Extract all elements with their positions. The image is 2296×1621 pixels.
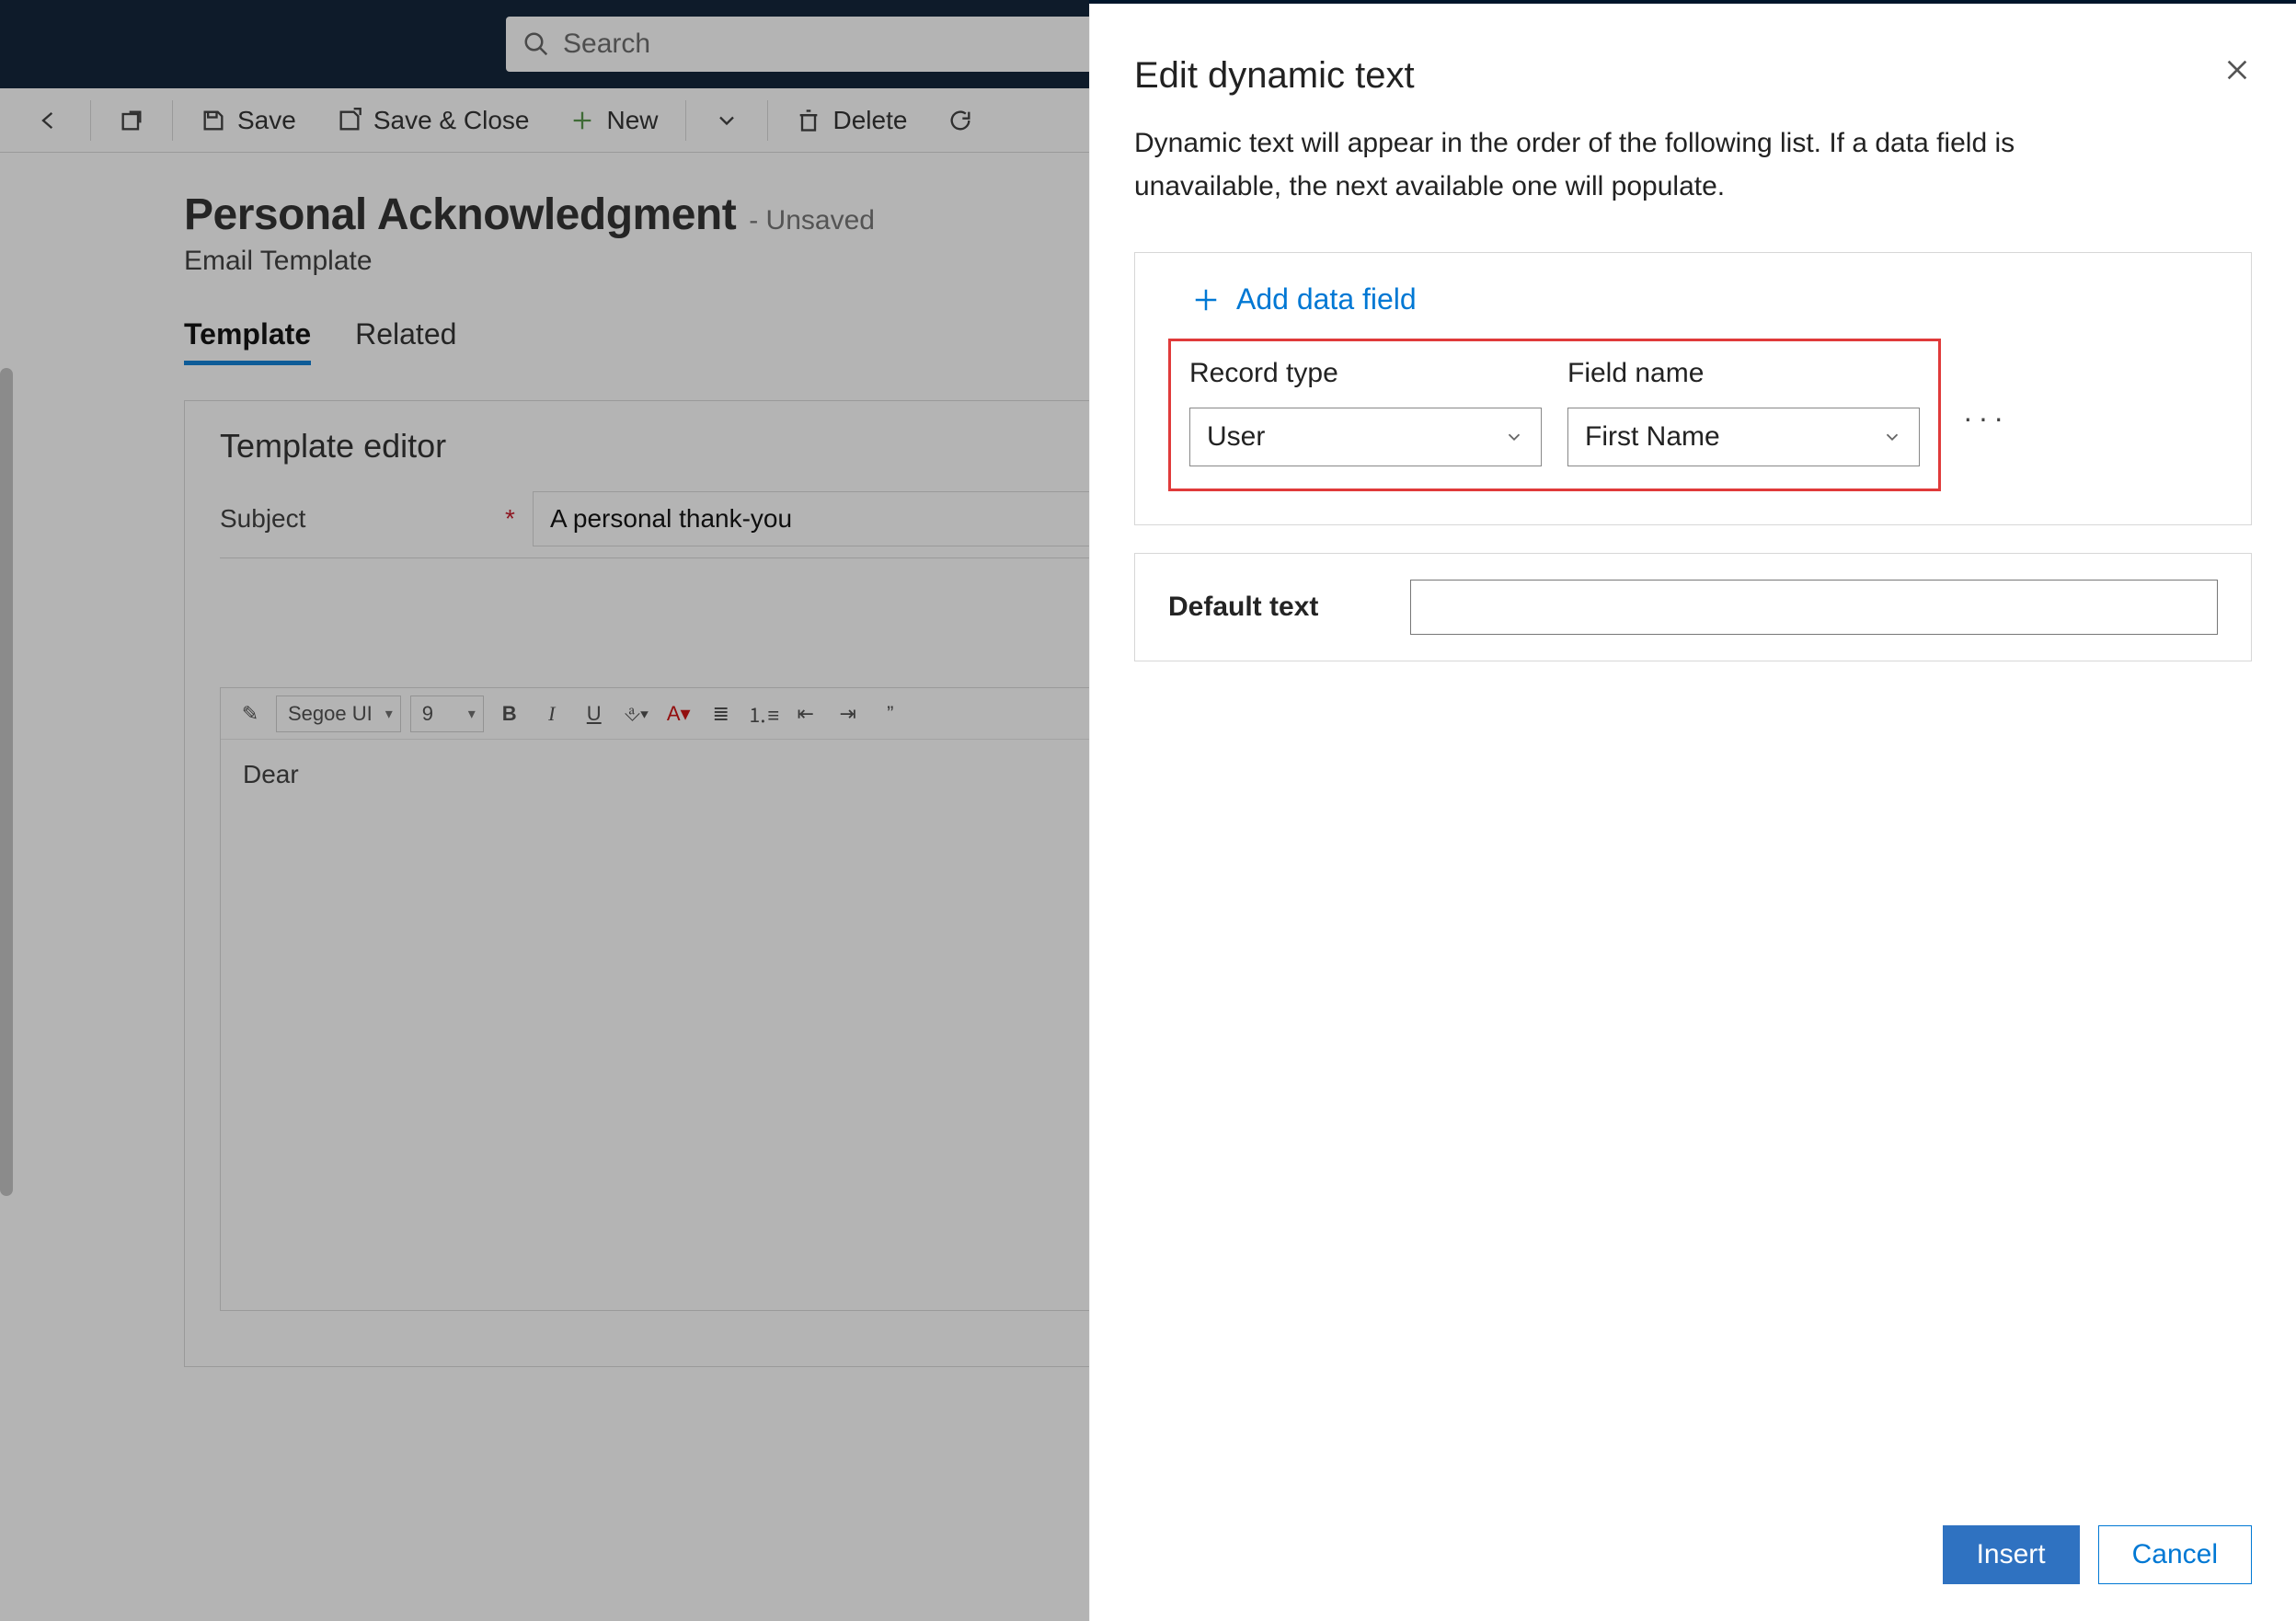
panel-header: Edit dynamic text [1134, 55, 2252, 97]
separator [172, 100, 173, 141]
panel-title: Edit dynamic text [1134, 55, 1415, 97]
field-name-dropdown[interactable]: First Name [1567, 408, 1920, 466]
save-close-label: Save & Close [373, 106, 530, 135]
add-data-field-label: Add data field [1236, 282, 1417, 316]
search-placeholder: Search [563, 29, 650, 60]
insert-button[interactable]: Insert [1943, 1525, 2080, 1584]
panel-footer: Insert Cancel [1134, 1507, 2252, 1621]
search-icon [522, 30, 550, 58]
separator [685, 100, 686, 141]
default-text-input[interactable] [1410, 580, 2218, 635]
outdent-button[interactable]: ⇤ [789, 702, 822, 726]
open-window-button[interactable] [100, 102, 163, 139]
save-button[interactable]: Save [182, 100, 315, 141]
bold-button[interactable]: B [493, 702, 526, 726]
highlight-button[interactable]: ⎀▾ [620, 702, 653, 726]
delete-label: Delete [832, 106, 907, 135]
plus-icon [1192, 286, 1220, 314]
field-name-label: Field name [1567, 358, 1920, 389]
close-icon [2222, 55, 2252, 85]
refresh-button[interactable] [929, 102, 992, 139]
chevron-down-icon [1504, 427, 1524, 447]
popout-icon [119, 108, 144, 133]
trash-icon [796, 108, 821, 133]
save-label: Save [237, 106, 296, 135]
separator [90, 100, 91, 141]
new-label: New [606, 106, 658, 135]
save-close-button[interactable]: Save & Close [318, 100, 548, 141]
default-text-card: Default text [1134, 553, 2252, 661]
subject-label-text: Subject [220, 504, 305, 533]
underline-button[interactable]: U [578, 702, 611, 726]
bullet-list-button[interactable]: ≣ [705, 702, 738, 726]
format-painter-icon[interactable]: ✎ [234, 702, 267, 726]
field-name-value: First Name [1585, 421, 1720, 453]
data-field-row-highlighted: Record type User Field name First Name [1168, 339, 1941, 491]
page-title: Personal Acknowledgment [184, 190, 736, 240]
insert-label: Insert [1977, 1539, 2046, 1570]
save-icon [201, 108, 226, 133]
record-type-column: Record type User [1189, 358, 1542, 466]
chevron-down-icon [1882, 427, 1902, 447]
font-size-value: 9 [422, 702, 433, 726]
font-family-value: Segoe UI [288, 702, 373, 726]
tab-template[interactable]: Template [184, 317, 311, 365]
row-more-actions[interactable]: ··· [1963, 401, 2009, 435]
tab-related[interactable]: Related [355, 317, 456, 365]
chevron-down-icon [714, 108, 740, 133]
add-data-field-button[interactable]: Add data field [1185, 279, 2218, 320]
arrow-left-icon [37, 108, 63, 133]
record-type-value: User [1207, 421, 1265, 453]
font-family-dropdown[interactable]: Segoe UI [276, 696, 401, 732]
delete-button[interactable]: Delete [777, 100, 925, 141]
required-indicator: * [505, 504, 515, 534]
font-size-dropdown[interactable]: 9 [410, 696, 484, 732]
new-button[interactable]: New [551, 100, 676, 141]
dynamic-text-panel: Edit dynamic text Dynamic text will appe… [1089, 4, 2296, 1621]
plus-icon [569, 108, 595, 133]
italic-button[interactable]: I [535, 702, 568, 726]
indent-button[interactable]: ⇥ [832, 702, 865, 726]
refresh-icon [947, 108, 973, 133]
quote-button[interactable]: ” [874, 702, 907, 726]
number-list-button[interactable]: ⒈≡ [747, 699, 780, 729]
field-name-column: Field name First Name [1567, 358, 1920, 466]
default-text-label: Default text [1168, 592, 1318, 623]
subject-label: Subject * [220, 504, 496, 534]
save-close-icon [337, 108, 362, 133]
separator [767, 100, 768, 141]
panel-description: Dynamic text will appear in the order of… [1134, 122, 2109, 208]
record-type-label: Record type [1189, 358, 1542, 389]
panel-close-button[interactable] [2222, 55, 2252, 85]
cancel-label: Cancel [2132, 1539, 2218, 1570]
cancel-button[interactable]: Cancel [2098, 1525, 2252, 1584]
new-dropdown[interactable] [695, 102, 758, 139]
record-status: - Unsaved [749, 205, 875, 236]
data-fields-card: Add data field Record type User Field na… [1134, 252, 2252, 525]
back-button[interactable] [18, 102, 81, 139]
record-type-dropdown[interactable]: User [1189, 408, 1542, 466]
font-color-button[interactable]: A▾ [662, 702, 695, 726]
vertical-scrollbar[interactable] [0, 368, 13, 1196]
